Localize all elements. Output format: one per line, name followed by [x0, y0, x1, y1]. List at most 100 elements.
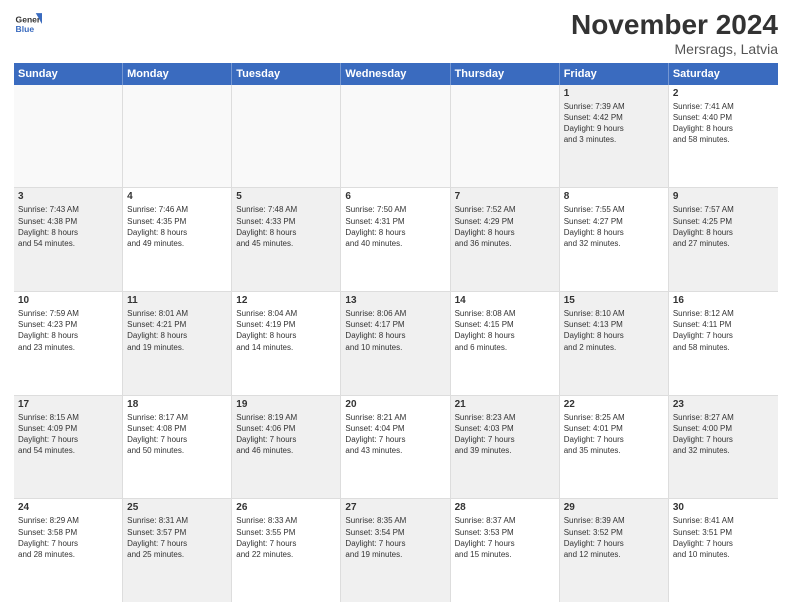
day-number: 13 [345, 295, 445, 306]
cal-cell [451, 85, 560, 188]
day-info: Sunrise: 8:39 AM Sunset: 3:52 PM Dayligh… [564, 515, 664, 560]
day-header-thursday: Thursday [451, 63, 560, 85]
cal-cell: 10 Sunrise: 7:59 AM Sunset: 4:23 PM Dayli… [14, 292, 123, 395]
day-number: 29 [564, 502, 664, 513]
cal-cell: 1Sunrise: 7:39 AM Sunset: 4:42 PM Daylig… [560, 85, 669, 188]
cal-cell: 12Sunrise: 8:04 AM Sunset: 4:19 PM Dayli… [232, 292, 341, 395]
calendar-body: 1Sunrise: 7:39 AM Sunset: 4:42 PM Daylig… [14, 85, 778, 602]
day-info: Sunrise: 8:33 AM Sunset: 3:55 PM Dayligh… [236, 515, 336, 560]
day-number: 17 [18, 399, 118, 410]
day-number: 25 [127, 502, 227, 513]
svg-text:Blue: Blue [16, 24, 35, 34]
page: General Blue November 2024 Mersrags, Lat… [0, 0, 792, 612]
cal-cell: 25 Sunrise: 8:31 AM Sunset: 3:57 PM Dayli… [123, 499, 232, 602]
cal-cell: 24 Sunrise: 8:29 AM Sunset: 3:58 PM Dayli… [14, 499, 123, 602]
cal-cell: 27 Sunrise: 8:35 AM Sunset: 3:54 PM Dayli… [341, 499, 450, 602]
day-number: 5 [236, 191, 336, 202]
cal-cell: 26 Sunrise: 8:33 AM Sunset: 3:55 PM Dayli… [232, 499, 341, 602]
day-info: Sunrise: 7:52 AM Sunset: 4:29 PM Dayligh… [455, 204, 555, 249]
day-header-monday: Monday [123, 63, 232, 85]
calendar-header: SundayMondayTuesdayWednesdayThursdayFrid… [14, 63, 778, 85]
cal-cell [123, 85, 232, 188]
day-info: Sunrise: 8:35 AM Sunset: 3:54 PM Dayligh… [345, 515, 445, 560]
cal-cell: 6 Sunrise: 7:50 AM Sunset: 4:31 PM Daylig… [341, 188, 450, 291]
day-number: 24 [18, 502, 118, 513]
week-row-3: 10 Sunrise: 7:59 AM Sunset: 4:23 PM Dayli… [14, 292, 778, 396]
location: Mersrags, Latvia [571, 41, 778, 57]
cal-cell: 16Sunrise: 8:12 AM Sunset: 4:11 PM Dayli… [669, 292, 778, 395]
day-number: 11 [127, 295, 227, 306]
week-row-2: 3 Sunrise: 7:43 AM Sunset: 4:38 PM Daylig… [14, 188, 778, 292]
day-header-wednesday: Wednesday [341, 63, 450, 85]
cal-cell: 2 Sunrise: 7:41 AM Sunset: 4:40 PM Daylig… [669, 85, 778, 188]
cal-cell: 9 Sunrise: 7:57 AM Sunset: 4:25 PM Daylig… [669, 188, 778, 291]
day-number: 26 [236, 502, 336, 513]
day-info: Sunrise: 7:43 AM Sunset: 4:38 PM Dayligh… [18, 204, 118, 249]
day-number: 15 [564, 295, 664, 306]
day-number: 22 [564, 399, 664, 410]
day-info: Sunrise: 7:59 AM Sunset: 4:23 PM Dayligh… [18, 308, 118, 353]
day-info: Sunrise: 8:08 AM Sunset: 4:15 PM Dayligh… [455, 308, 555, 353]
day-info: Sunrise: 8:10 AM Sunset: 4:13 PM Dayligh… [564, 308, 664, 353]
day-number: 14 [455, 295, 555, 306]
cal-cell: 30 Sunrise: 8:41 AM Sunset: 3:51 PM Dayli… [669, 499, 778, 602]
day-info: Sunrise: 8:21 AM Sunset: 4:04 PM Dayligh… [345, 412, 445, 457]
day-info: Sunrise: 8:27 AM Sunset: 4:00 PM Dayligh… [673, 412, 774, 457]
day-info: Sunrise: 8:17 AM Sunset: 4:08 PM Dayligh… [127, 412, 227, 457]
cal-cell: 20 Sunrise: 8:21 AM Sunset: 4:04 PM Dayli… [341, 396, 450, 499]
day-number: 20 [345, 399, 445, 410]
day-number: 30 [673, 502, 774, 513]
day-info: Sunrise: 8:31 AM Sunset: 3:57 PM Dayligh… [127, 515, 227, 560]
cal-cell: 19Sunrise: 8:19 AM Sunset: 4:06 PM Dayli… [232, 396, 341, 499]
cal-cell: 29 Sunrise: 8:39 AM Sunset: 3:52 PM Dayli… [560, 499, 669, 602]
cal-cell: 13Sunrise: 8:06 AM Sunset: 4:17 PM Dayli… [341, 292, 450, 395]
cal-cell: 11 Sunrise: 8:01 AM Sunset: 4:21 PM Dayli… [123, 292, 232, 395]
day-info: Sunrise: 7:48 AM Sunset: 4:33 PM Dayligh… [236, 204, 336, 249]
cal-cell: 22 Sunrise: 8:25 AM Sunset: 4:01 PM Dayli… [560, 396, 669, 499]
day-info: Sunrise: 8:37 AM Sunset: 3:53 PM Dayligh… [455, 515, 555, 560]
day-number: 16 [673, 295, 774, 306]
day-number: 2 [673, 88, 774, 99]
day-number: 9 [673, 191, 774, 202]
cal-cell: 8 Sunrise: 7:55 AM Sunset: 4:27 PM Daylig… [560, 188, 669, 291]
week-row-5: 24 Sunrise: 8:29 AM Sunset: 3:58 PM Dayli… [14, 499, 778, 602]
day-number: 10 [18, 295, 118, 306]
day-number: 1 [564, 88, 664, 99]
day-number: 27 [345, 502, 445, 513]
logo-icon: General Blue [14, 10, 42, 38]
logo: General Blue [14, 10, 42, 38]
day-info: Sunrise: 7:41 AM Sunset: 4:40 PM Dayligh… [673, 101, 774, 146]
cal-cell [14, 85, 123, 188]
cal-cell: 21 Sunrise: 8:23 AM Sunset: 4:03 PM Dayli… [451, 396, 560, 499]
calendar: SundayMondayTuesdayWednesdayThursdayFrid… [14, 63, 778, 602]
day-info: Sunrise: 7:50 AM Sunset: 4:31 PM Dayligh… [345, 204, 445, 249]
day-number: 8 [564, 191, 664, 202]
title-section: November 2024 Mersrags, Latvia [571, 10, 778, 57]
day-header-saturday: Saturday [669, 63, 778, 85]
cal-cell: 7 Sunrise: 7:52 AM Sunset: 4:29 PM Daylig… [451, 188, 560, 291]
day-info: Sunrise: 8:01 AM Sunset: 4:21 PM Dayligh… [127, 308, 227, 353]
day-info: Sunrise: 8:29 AM Sunset: 3:58 PM Dayligh… [18, 515, 118, 560]
day-number: 6 [345, 191, 445, 202]
cal-cell: 3 Sunrise: 7:43 AM Sunset: 4:38 PM Daylig… [14, 188, 123, 291]
cal-cell [341, 85, 450, 188]
week-row-4: 17Sunrise: 8:15 AM Sunset: 4:09 PM Dayli… [14, 396, 778, 500]
day-info: Sunrise: 8:41 AM Sunset: 3:51 PM Dayligh… [673, 515, 774, 560]
day-header-friday: Friday [560, 63, 669, 85]
day-number: 7 [455, 191, 555, 202]
day-info: Sunrise: 7:57 AM Sunset: 4:25 PM Dayligh… [673, 204, 774, 249]
day-header-tuesday: Tuesday [232, 63, 341, 85]
day-number: 28 [455, 502, 555, 513]
week-row-1: 1Sunrise: 7:39 AM Sunset: 4:42 PM Daylig… [14, 85, 778, 189]
day-number: 21 [455, 399, 555, 410]
cal-cell [232, 85, 341, 188]
cal-cell: 15 Sunrise: 8:10 AM Sunset: 4:13 PM Dayli… [560, 292, 669, 395]
day-info: Sunrise: 8:19 AM Sunset: 4:06 PM Dayligh… [236, 412, 336, 457]
day-number: 23 [673, 399, 774, 410]
day-info: Sunrise: 8:25 AM Sunset: 4:01 PM Dayligh… [564, 412, 664, 457]
day-info: Sunrise: 8:23 AM Sunset: 4:03 PM Dayligh… [455, 412, 555, 457]
day-number: 3 [18, 191, 118, 202]
header: General Blue November 2024 Mersrags, Lat… [14, 10, 778, 57]
cal-cell: 23 Sunrise: 8:27 AM Sunset: 4:00 PM Dayli… [669, 396, 778, 499]
day-info: Sunrise: 7:55 AM Sunset: 4:27 PM Dayligh… [564, 204, 664, 249]
